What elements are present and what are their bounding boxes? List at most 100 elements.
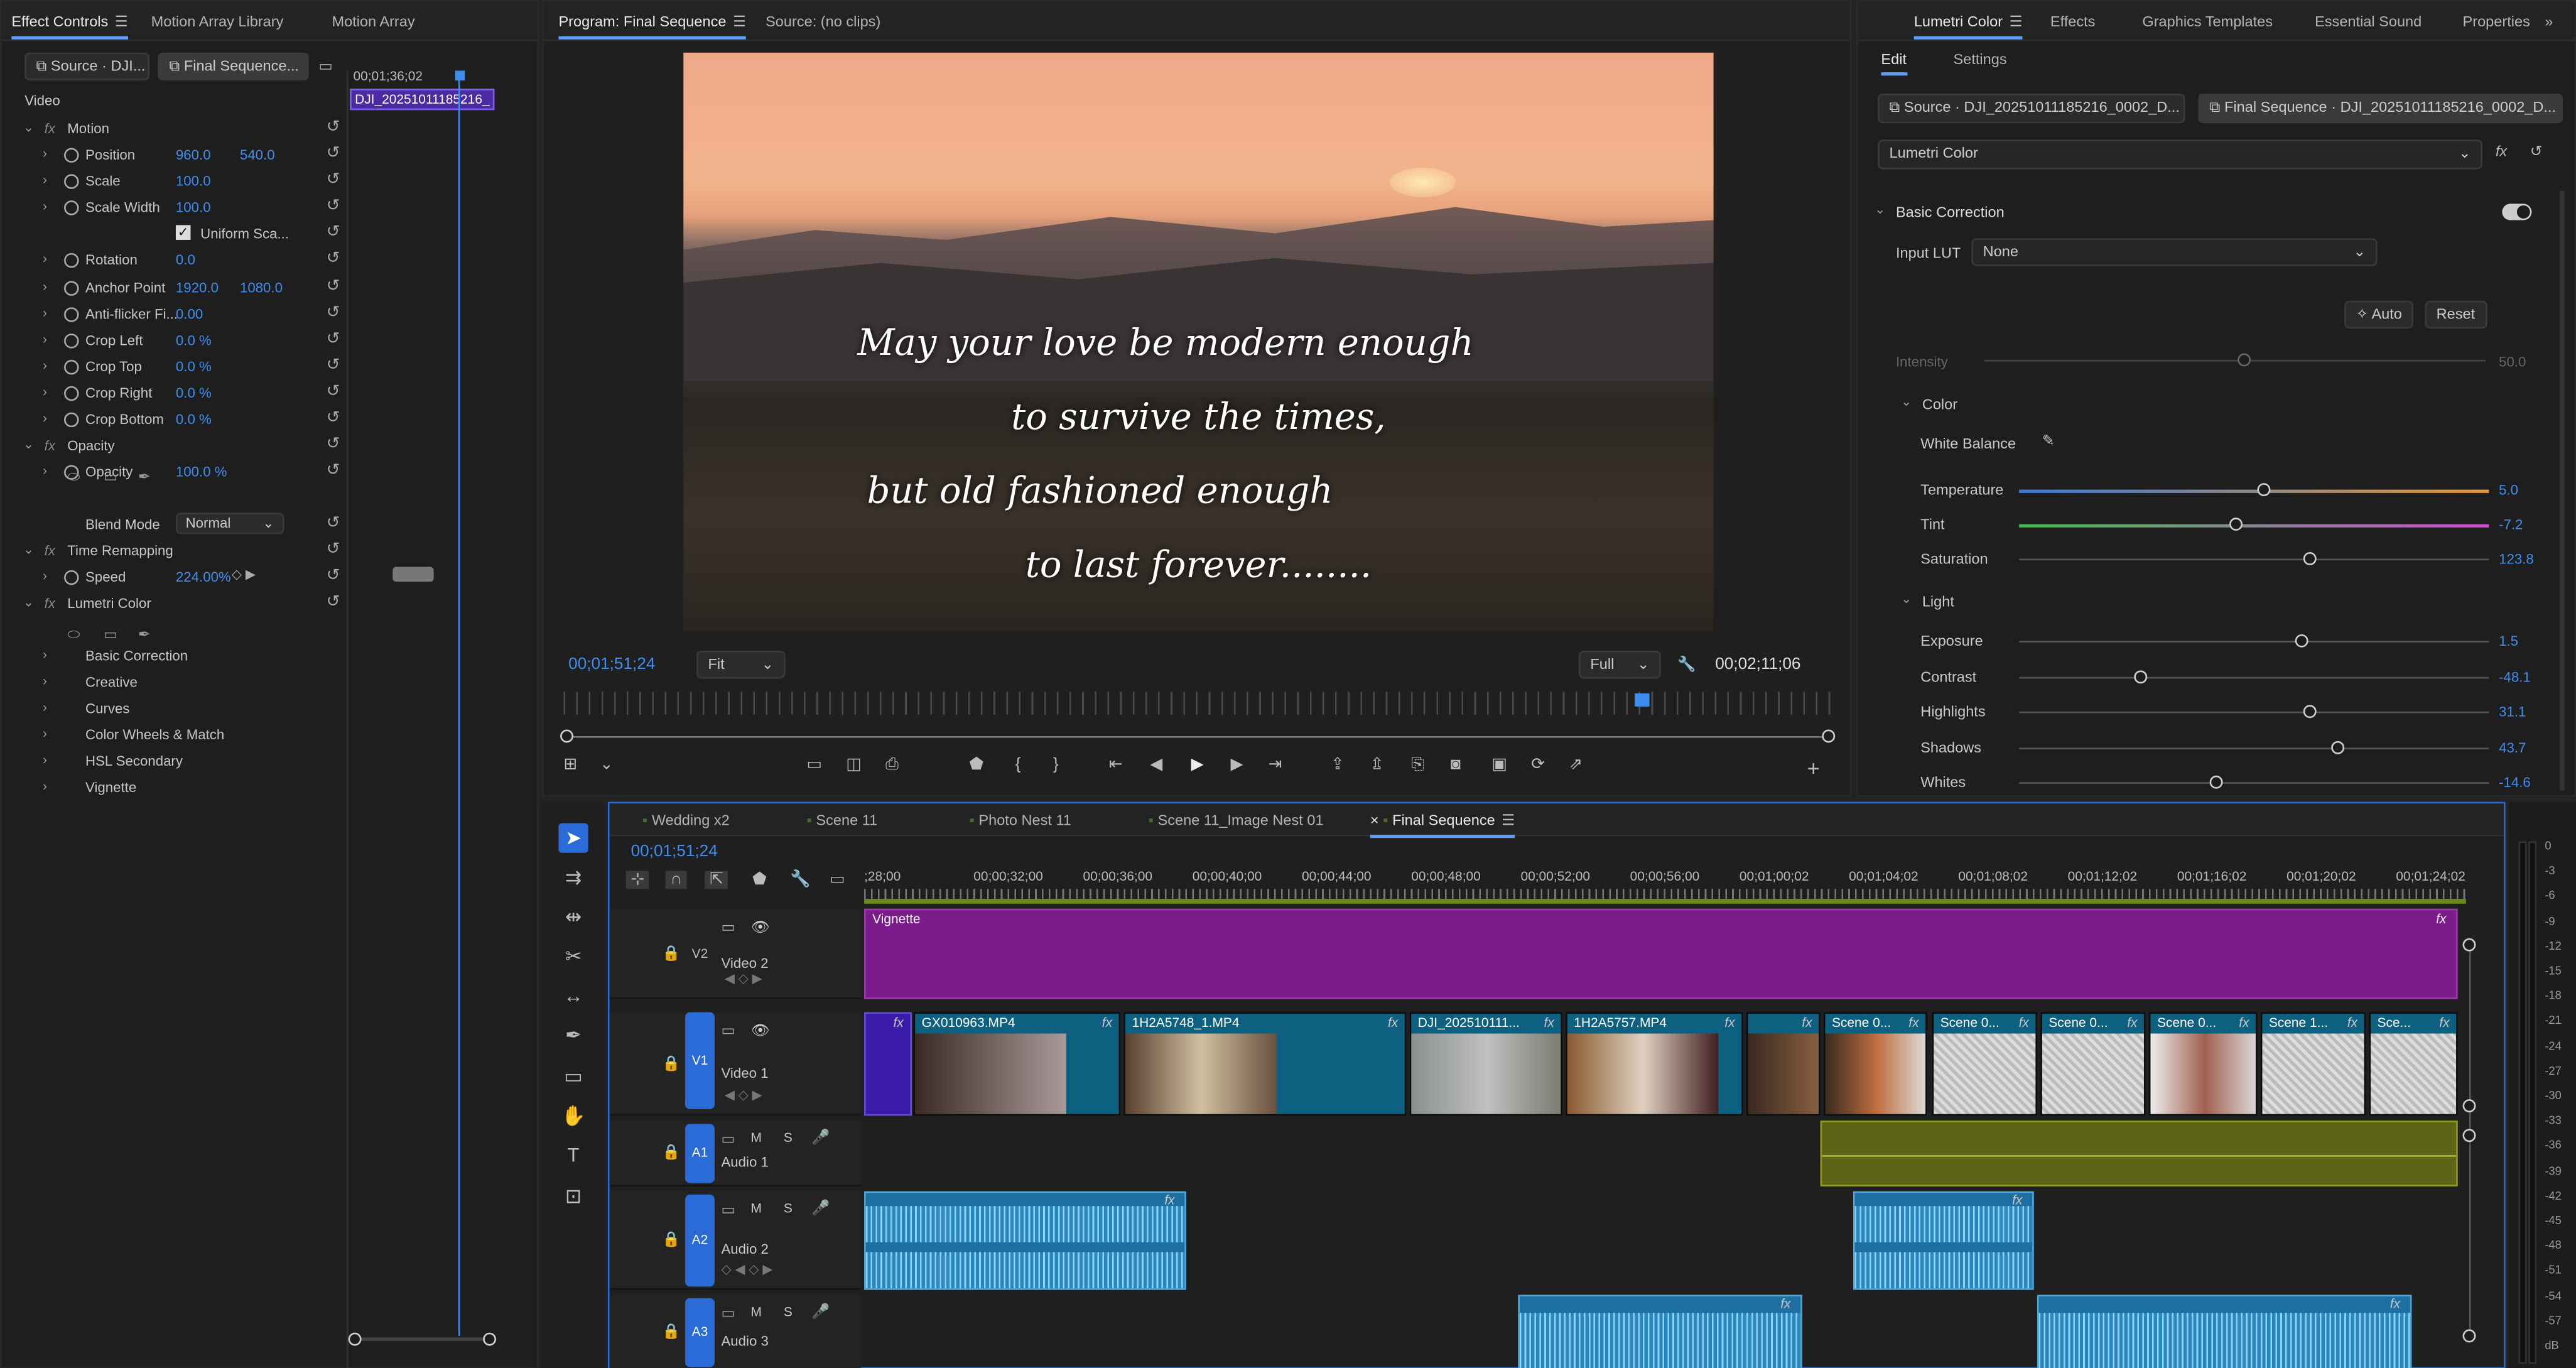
chevron-down-icon[interactable]: ⌄ — [1901, 394, 1912, 410]
source-clip-button[interactable]: ⧉ Source · DJI... — [24, 52, 150, 81]
effect-row[interactable]: › Opacity 100.0 % ↺ — [2, 460, 347, 487]
linked-selection-icon[interactable]: ⇱ — [705, 871, 728, 889]
property-value-2[interactable]: 540.0 — [240, 146, 275, 163]
effect-row[interactable]: › Creative — [2, 670, 347, 697]
intensity-knob[interactable] — [2238, 353, 2251, 367]
slider-value[interactable]: 43.7 — [2499, 739, 2526, 755]
audio-2-clip[interactable]: fx — [864, 1191, 1186, 1290]
program-current-timecode[interactable]: 00;01;51;24 — [568, 656, 655, 674]
reset-icon[interactable]: ↺ — [327, 357, 340, 375]
ec-playhead-handle[interactable] — [455, 70, 465, 81]
slider-knob[interactable] — [2256, 483, 2270, 497]
go-to-out-icon[interactable]: ⇥ — [1269, 756, 1282, 774]
property-value[interactable]: 0.00 — [176, 306, 203, 322]
chevron-down-icon[interactable]: ⌄ — [600, 756, 614, 774]
video-clip[interactable]: DJI_202510111... fx — [1409, 1012, 1562, 1116]
slider-knob[interactable] — [2303, 552, 2317, 565]
slider-value[interactable]: 1.5 — [2499, 632, 2518, 649]
chevron-right-icon[interactable]: › — [43, 568, 47, 584]
tab-effect-controls[interactable]: Effect Controls ☰ — [11, 13, 128, 40]
stopwatch-icon[interactable] — [64, 174, 79, 189]
track-target-badge[interactable]: V2 — [685, 912, 715, 996]
ripple-edit-tool-icon[interactable]: ⇹ — [558, 902, 588, 931]
reset-icon[interactable]: ↺ — [327, 197, 340, 215]
snap-icon[interactable]: ∩ — [665, 871, 688, 889]
chevron-right-icon[interactable]: › — [43, 306, 47, 321]
tab-sequence[interactable]: ▪ Wedding x2 — [642, 812, 730, 828]
mute-button[interactable]: M — [751, 1201, 762, 1216]
multi-camera-icon[interactable]: ▣ — [1491, 756, 1507, 774]
stopwatch-icon[interactable] — [64, 200, 79, 215]
slip-tool-icon[interactable]: ↔ — [558, 981, 588, 1011]
mute-button[interactable]: M — [751, 1305, 762, 1320]
vscroll-handle[interactable] — [2462, 1129, 2476, 1143]
reset-icon[interactable]: ↺ — [327, 330, 340, 349]
stopwatch-icon[interactable] — [64, 252, 79, 268]
reset-icon[interactable]: ↺ — [327, 462, 340, 480]
lumetri-scrollbar[interactable] — [2559, 190, 2565, 791]
reset-icon[interactable]: ↺ — [327, 435, 340, 453]
slider-track[interactable] — [2019, 489, 2489, 493]
slider-knob[interactable] — [2294, 634, 2308, 648]
solo-button[interactable]: S — [784, 1131, 793, 1146]
slider-value[interactable]: -14.6 — [2499, 774, 2531, 790]
chevron-right-icon[interactable]: › — [43, 648, 47, 663]
chevron-right-icon[interactable]: › — [43, 726, 47, 741]
basic-correction-toggle[interactable] — [2502, 204, 2532, 220]
effect-row[interactable]: ⌄ fx Lumetri Color ↺ — [2, 592, 347, 618]
close-icon[interactable]: × — [1370, 812, 1383, 828]
effect-row[interactable]: › Color Wheels & Match — [2, 723, 347, 749]
video-clip[interactable]: fx — [1746, 1012, 1821, 1116]
track-target-badge[interactable]: A2 — [685, 1194, 715, 1287]
export-frame-icon[interactable]: ⎘ — [1411, 756, 1424, 774]
reset-icon[interactable]: ↺ — [327, 514, 340, 533]
property-value[interactable]: 960.0 — [176, 146, 211, 163]
tab-source-monitor[interactable]: Source: (no clips) — [766, 13, 880, 30]
fx-icon[interactable]: fx — [2496, 143, 2507, 160]
video-clip[interactable]: Scene 0... fx — [1823, 1012, 1927, 1116]
add-keyframe-icon[interactable]: ◇ — [232, 567, 242, 582]
toggle-timeline-icon[interactable]: ▭ — [319, 58, 333, 76]
slider-track[interactable] — [2019, 524, 2489, 528]
step-back-icon[interactable]: ◀ — [1150, 756, 1162, 774]
property-value[interactable]: 100.0 % — [176, 464, 227, 480]
reset-icon[interactable]: ↺ — [327, 171, 340, 189]
razor-tool-icon[interactable]: ✂ — [558, 942, 588, 971]
comparison-view-icon[interactable]: ◫ — [846, 756, 862, 774]
stopwatch-icon[interactable] — [64, 148, 79, 163]
video-clip[interactable]: GX010963.MP4 fx — [913, 1012, 1121, 1116]
reset-icon[interactable]: ↺ — [327, 118, 340, 136]
lumetri-effect-dropdown[interactable]: Lumetri Color ⌄ — [1878, 139, 2482, 170]
effect-row[interactable]: › HSL Secondary — [2, 749, 347, 776]
effect-row[interactable]: › Crop Left 0.0 % ↺ — [2, 328, 347, 355]
ec-clip-bar[interactable]: DJI_20251011185216_ — [350, 89, 495, 111]
fx-icon[interactable]: fx — [45, 595, 55, 611]
property-value[interactable]: 224.00% — [176, 568, 231, 585]
ellipse-mask-icon[interactable]: ⬭ — [67, 626, 80, 644]
next-keyframe-icon[interactable]: ▶ — [246, 567, 256, 582]
panel-menu-icon[interactable]: ☰ — [733, 13, 746, 31]
reset-icon[interactable]: ↺ — [327, 593, 340, 611]
ellipse-mask-icon[interactable]: ⬭ — [67, 469, 80, 487]
vscroll-handle[interactable] — [2462, 1099, 2476, 1113]
video-clip[interactable]: 1H2A5748_1.MP4 fx — [1123, 1012, 1407, 1116]
tab-motion-array-library[interactable]: Motion Array Library — [151, 13, 284, 30]
nested-sequence-clip[interactable]: fx — [864, 1012, 912, 1116]
chevron-right-icon[interactable]: › — [43, 146, 47, 161]
eyedropper-icon[interactable]: ✎ — [2042, 432, 2055, 450]
keyframe-nav-icon[interactable]: ◀ ◇ ▶ — [725, 971, 762, 986]
rectangle-tool-icon[interactable]: ▭ — [558, 1061, 588, 1091]
selection-tool-icon[interactable]: ➤ — [558, 823, 588, 853]
stopwatch-icon[interactable] — [64, 307, 79, 322]
wrench-icon[interactable]: 🔧 — [1677, 656, 1696, 674]
wrench-icon[interactable]: 🔧 — [790, 871, 811, 889]
reset-icon[interactable]: ↺ — [327, 224, 340, 242]
lift-icon[interactable]: ⇪ — [1331, 756, 1345, 774]
stopwatch-icon[interactable] — [64, 359, 79, 375]
slider-value[interactable]: -48.1 — [2499, 668, 2531, 684]
play-icon[interactable]: ▶ — [1191, 756, 1204, 774]
speed-keyframe-marker[interactable] — [392, 567, 434, 582]
video-clip[interactable]: Sce... fx — [2369, 1012, 2458, 1116]
effect-row[interactable]: Blend Mode Normal ⌄ ↺ — [2, 513, 347, 539]
export-frame-icon[interactable]: ⎙ — [885, 756, 899, 774]
